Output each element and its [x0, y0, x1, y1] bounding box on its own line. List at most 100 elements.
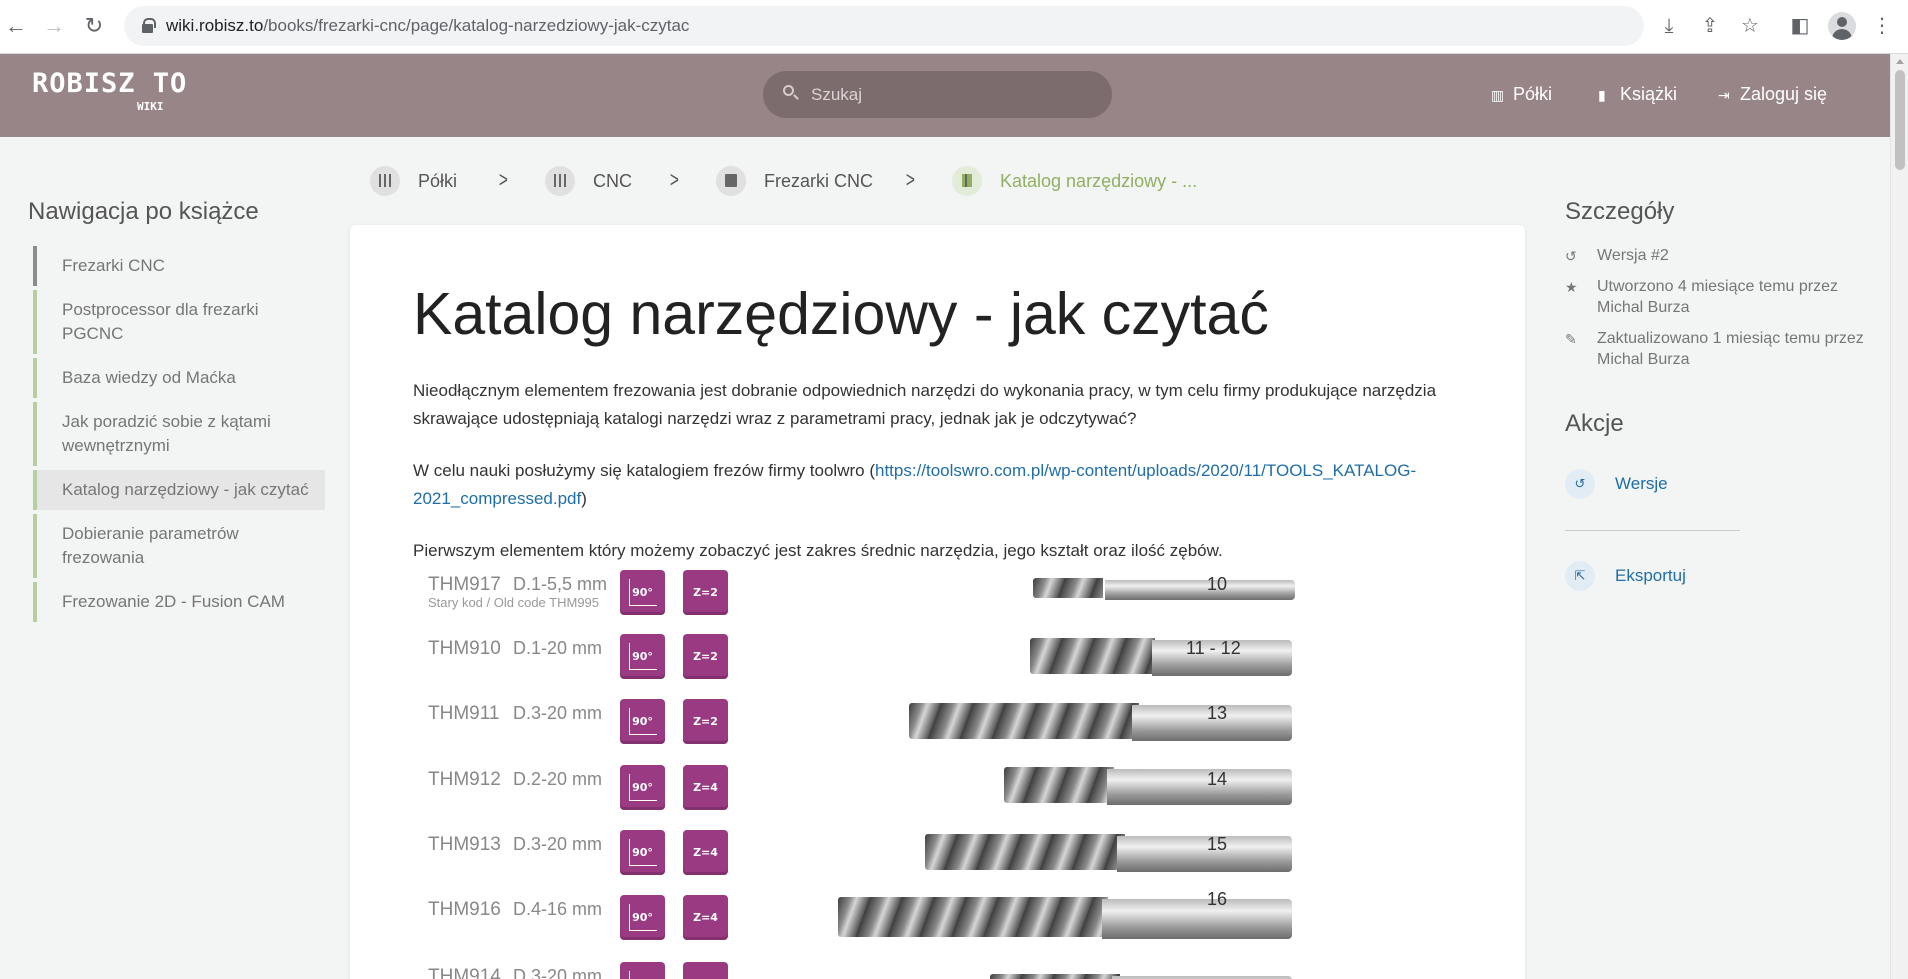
export-label: Eksportuj	[1615, 566, 1686, 585]
nav-item-katy-wewnetrzne[interactable]: Jak poradzić sobie z kątami wewnętrznymi	[33, 402, 325, 466]
teeth-badge: Z=2	[683, 634, 728, 679]
angle-badge: 90°	[620, 962, 665, 979]
install-icon[interactable]: ⤓	[1656, 13, 1682, 39]
url-text[interactable]: wiki.robisz.to/books/frezarki-cnc/page/k…	[166, 6, 689, 46]
browser-toolbar: ← → ↻ wiki.robisz.to/books/frezarki-cnc/…	[0, 0, 1908, 54]
shelves-icon: ▥	[1491, 87, 1505, 103]
angle-badge: 90°	[620, 634, 665, 679]
created-info: ★ Utworzono 4 miesiące temu przez Michal …	[1565, 276, 1865, 318]
end-mill-image	[925, 834, 1292, 872]
tool-code: THM910	[428, 638, 501, 659]
reload-icon[interactable]: ↻	[80, 12, 108, 40]
catalog-paragraph: W celu nauki posłużymy się katalogiem fr…	[413, 457, 1473, 513]
updated-info: ✎ Zaktualizowano 1 miesiąc temu przez Mic…	[1565, 328, 1865, 370]
forward-arrow-icon[interactable]: →	[40, 12, 68, 40]
share-icon[interactable]: ⇪	[1697, 13, 1723, 39]
bookmark-star-icon[interactable]: ☆	[1737, 13, 1763, 39]
chevron-right-icon: >	[498, 167, 508, 192]
book-navigation-title: Nawigacja po książce	[28, 198, 259, 225]
nav-item-postprocessor[interactable]: Postprocessor dla frezarki PGCNC	[33, 290, 325, 354]
profile-avatar-icon[interactable]	[1828, 12, 1856, 40]
teeth-badge: Z=4	[683, 962, 728, 979]
nav-item-frezarki-cnc[interactable]: Frezarki CNC	[33, 246, 325, 286]
end-mill-image	[1030, 638, 1292, 676]
created-text: Utworzono 4 miesiące temu przez Michal B…	[1597, 278, 1838, 316]
revision-info: ↺ Wersja #2	[1565, 245, 1865, 266]
menu-kebab-icon[interactable]: ⋮	[1869, 13, 1895, 39]
updated-text: Zaktualizowano 1 miesiąc temu przez Mich…	[1597, 330, 1864, 368]
scrollbar-thumb[interactable]	[1895, 70, 1905, 170]
teeth-badge: Z=4	[683, 830, 728, 875]
url-host: wiki.robisz.to	[166, 16, 264, 35]
end-mill-image	[909, 703, 1292, 741]
catalog-page-number: 16	[1207, 889, 1228, 909]
tool-diameter: D.3-20 mm	[513, 703, 603, 723]
search-box[interactable]	[763, 71, 1112, 118]
catalog-page-number: 11 - 12	[1186, 638, 1241, 658]
url-path: /books/frezarki-cnc/page/katalog-narzedz…	[263, 16, 690, 35]
books-link[interactable]: ▮ Książki	[1598, 84, 1677, 105]
site-logo[interactable]: ROBISZ TO WIKI	[32, 68, 188, 114]
tool-code: THM911	[428, 703, 500, 724]
search-input[interactable]	[811, 71, 1101, 118]
shelves-link[interactable]: ▥ Półki	[1491, 84, 1552, 105]
catalog-row: THM914 D.3-20 mm 90° Z=4 17	[413, 962, 1473, 979]
tool-diameter: D.4-16 mm	[513, 899, 603, 919]
pencil-icon: ✎	[1565, 331, 1577, 347]
breadcrumb-label: Frezarki CNC	[764, 170, 874, 191]
logo-main-text: ROBISZ TO	[32, 68, 188, 99]
catalog-row: THM912 D.2-20 mm 90° Z=4 14	[413, 765, 1473, 821]
logo-sub-text: WIKI	[137, 100, 164, 113]
breadcrumb-page[interactable]: Katalog narzędziowy - ...	[952, 166, 1197, 196]
history-icon: ↺	[1565, 248, 1577, 264]
site-header: ROBISZ TO WIKI ▥ Półki ▮ Książki ⇥ Zaloguj …	[0, 54, 1890, 137]
nav-item-dobieranie-parametrow[interactable]: Dobieranie parametrów frezowania	[33, 514, 325, 578]
breadcrumb-book[interactable]: Frezarki CNC	[716, 166, 873, 196]
catalog-row: THM913 D.3-20 mm 90° Z=4 15	[413, 830, 1473, 886]
nav-item-katalog-narzedziowy[interactable]: Katalog narzędziowy - jak czytać	[33, 470, 325, 510]
export-button[interactable]: ⇱ Eksportuj	[1565, 561, 1686, 591]
chevron-right-icon: >	[669, 167, 679, 192]
catalog-row: THM916 D.4-16 mm 90° Z=4 16	[413, 889, 1473, 951]
tool-code: THM916	[428, 899, 501, 920]
catalog-text: W celu nauki posłużymy się katalogiem fr…	[413, 461, 875, 480]
history-icon: ↺	[1565, 469, 1595, 499]
angle-badge: 90°	[620, 699, 665, 744]
teeth-badge: Z=2	[683, 570, 728, 615]
login-icon: ⇥	[1718, 87, 1730, 103]
catalog-row: THM910 D.1-20 mm 90° Z=2 11 - 12	[413, 634, 1473, 690]
search-icon	[783, 85, 794, 96]
back-arrow-icon[interactable]: ←	[2, 12, 30, 40]
angle-badge: 90°	[620, 830, 665, 875]
breadcrumb-label: Półki	[418, 170, 458, 191]
book-icon	[716, 166, 746, 196]
nav-item-frezowanie-2d[interactable]: Frezowanie 2D - Fusion CAM	[33, 582, 325, 622]
nav-item-baza-wiedzy[interactable]: Baza wiedzy od Maćka	[33, 358, 325, 398]
catalog-page-number: 13	[1207, 703, 1228, 723]
end-mill-image	[990, 974, 1292, 979]
page-icon	[952, 166, 982, 196]
diameter-paragraph: Pierwszym elementem który możemy zobaczy…	[413, 541, 1223, 560]
page-content-card: Katalog narzędziowy - jak czytać Nieodłą…	[350, 225, 1525, 979]
side-panel-icon[interactable]: ◧	[1787, 13, 1813, 39]
breadcrumb-cnc[interactable]: CNC	[545, 166, 632, 196]
breadcrumb-shelves[interactable]: Półki	[370, 166, 457, 196]
details-title: Szczegóły	[1565, 198, 1675, 225]
page-scrollbar[interactable]	[1890, 54, 1908, 979]
login-link[interactable]: ⇥ Zaloguj się	[1718, 84, 1827, 105]
end-mill-image	[1004, 767, 1292, 805]
end-mill-image	[1033, 578, 1295, 600]
books-link-label: Książki	[1620, 84, 1678, 104]
export-icon: ⇱	[1565, 561, 1595, 591]
lock-icon	[142, 18, 156, 33]
tool-diameter: D.1-20 mm	[513, 638, 603, 658]
address-bar[interactable]: wiki.robisz.to/books/frezarki-cnc/page/k…	[124, 6, 1644, 46]
catalog-page-number: 15	[1207, 834, 1228, 854]
shelves-link-label: Półki	[1513, 84, 1553, 104]
tool-code: THM914	[428, 966, 501, 979]
tool-code: THM917	[428, 574, 501, 595]
catalog-page-number: 14	[1207, 769, 1228, 789]
revisions-button[interactable]: ↺ Wersje	[1565, 469, 1668, 499]
scroll-up-arrow-icon[interactable]	[1896, 59, 1904, 64]
chevron-right-icon: >	[905, 167, 915, 192]
